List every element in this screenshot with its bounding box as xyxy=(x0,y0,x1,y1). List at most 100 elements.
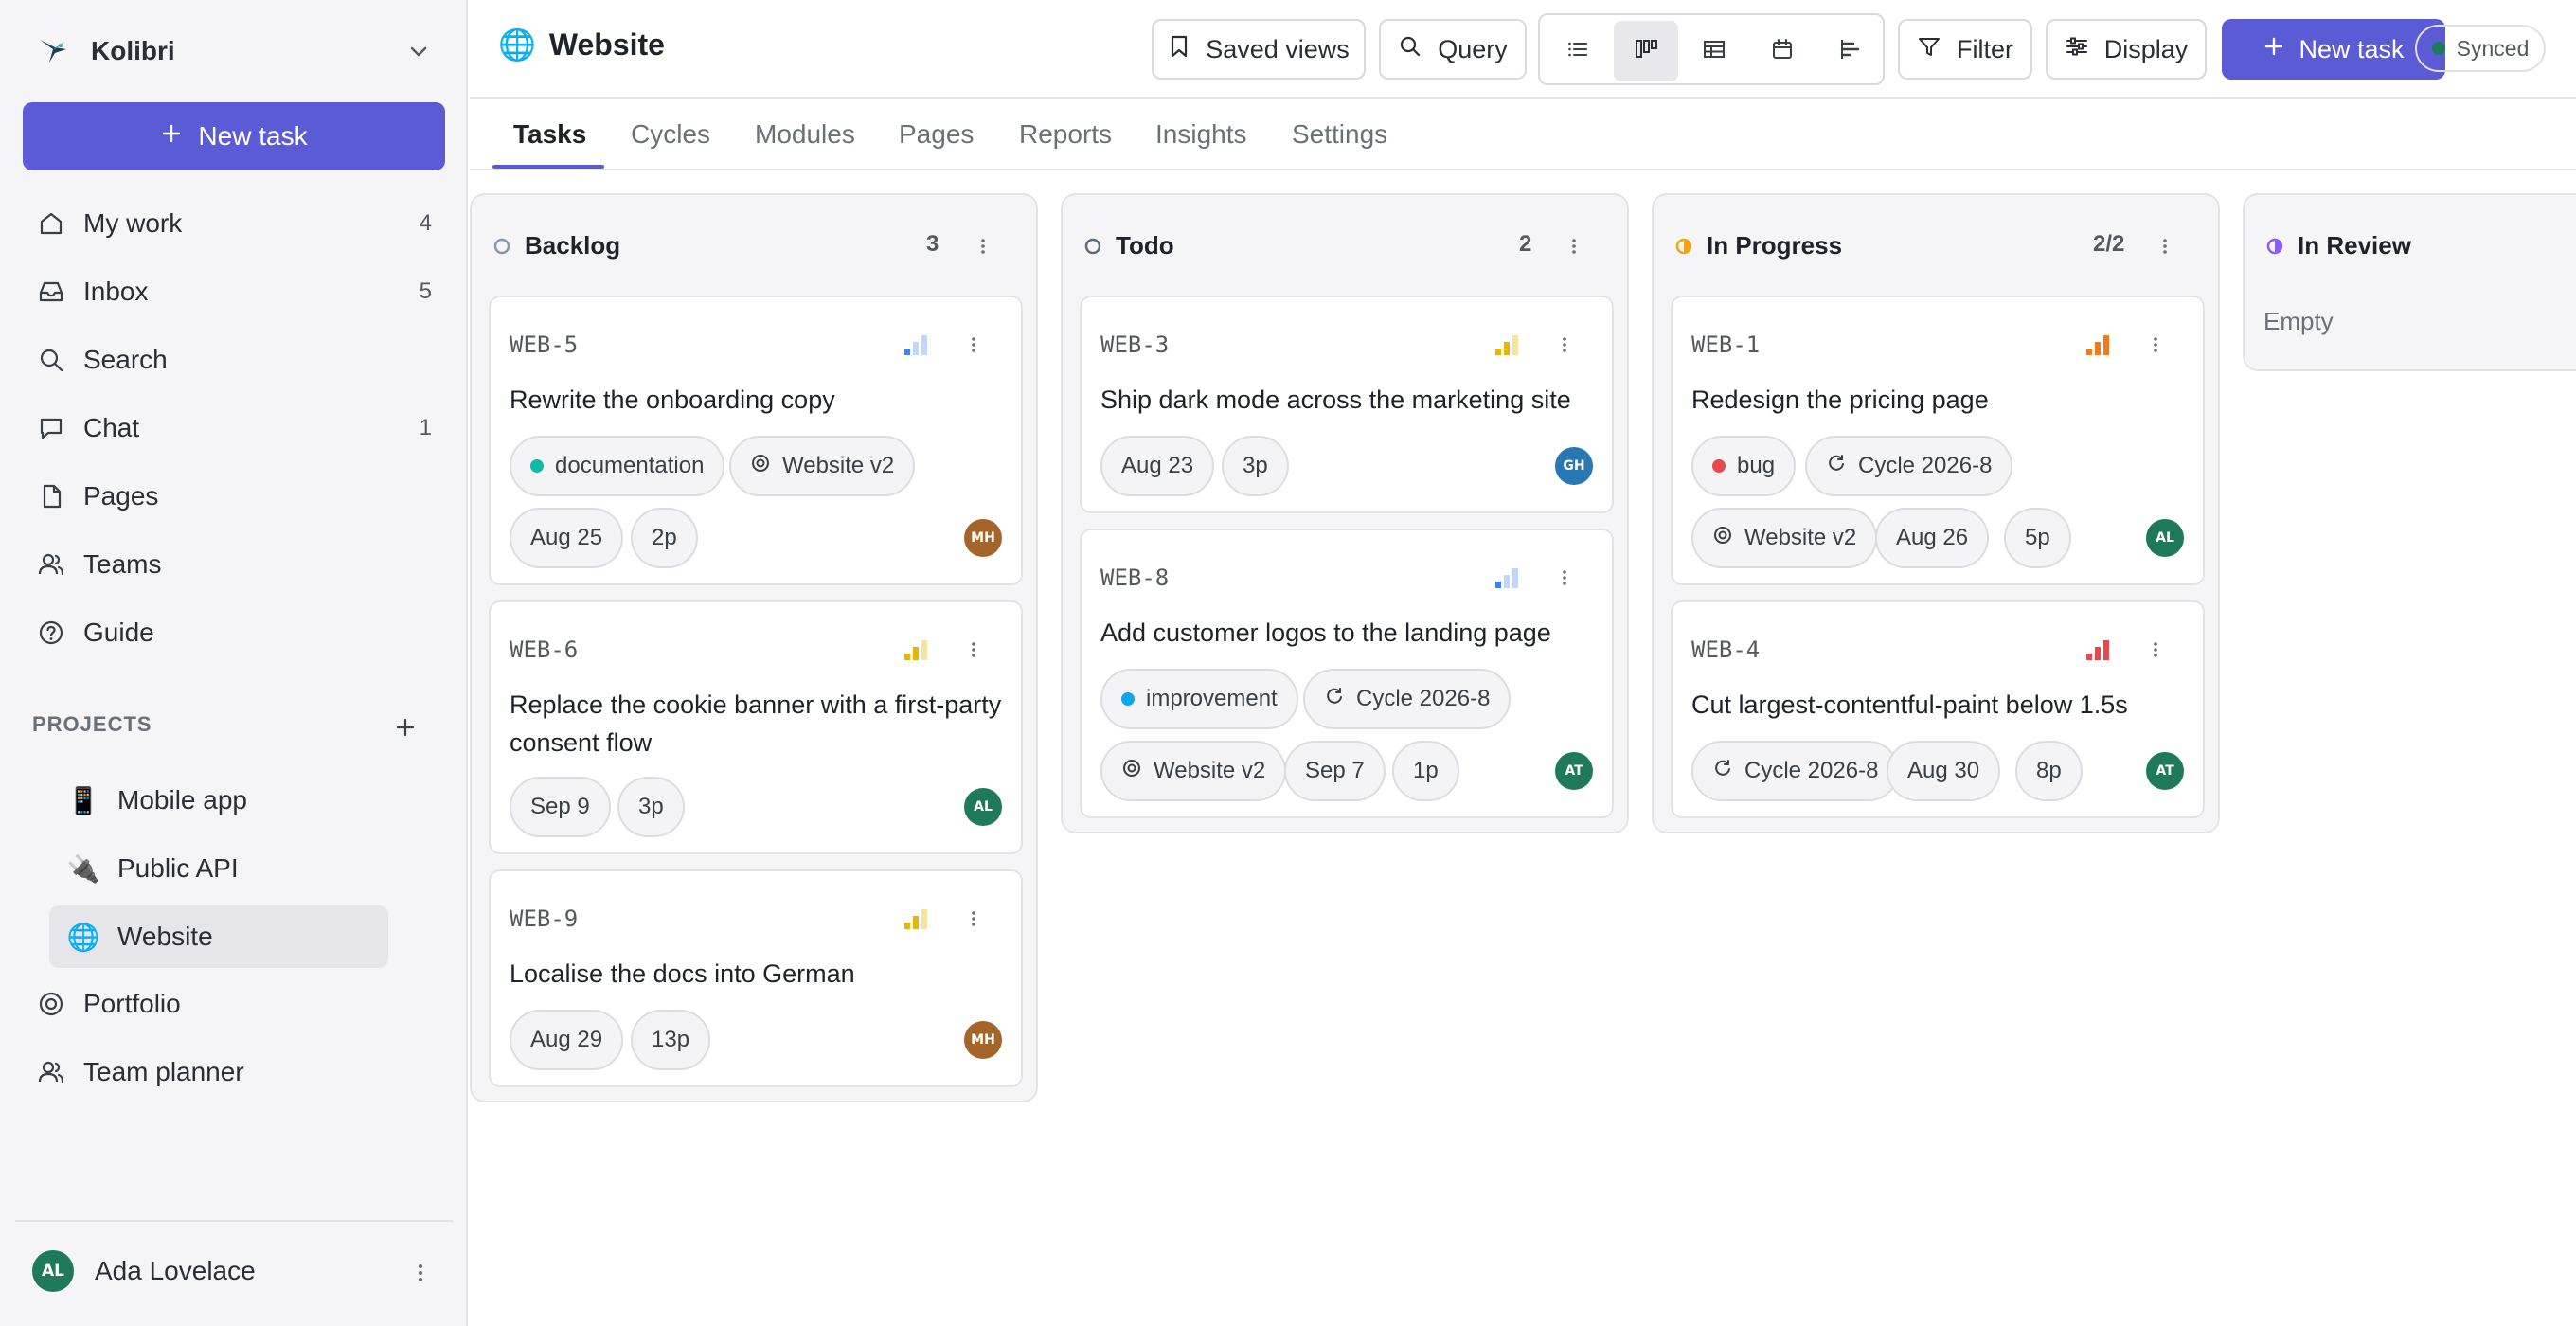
due-date-chip[interactable]: Sep 9 xyxy=(510,777,611,837)
due-date-chip[interactable]: Aug 25 xyxy=(510,508,624,568)
task-card[interactable]: WEB-5 Rewrite the onboarding copy docume… xyxy=(489,296,1023,585)
cycle-icon xyxy=(1712,758,1733,785)
board-view-button[interactable] xyxy=(1614,21,1678,81)
task-card[interactable]: WEB-9 Localise the docs into German Aug … xyxy=(489,869,1023,1087)
sidebar-item-label: Team planner xyxy=(83,1057,244,1086)
task-title: Localise the docs into German xyxy=(510,959,855,988)
assignee-avatar[interactable]: AL xyxy=(964,788,1002,826)
sidebar-item-team-planner[interactable]: Team planner xyxy=(23,1044,445,1101)
kanban-icon xyxy=(1634,37,1658,66)
list-view-button[interactable] xyxy=(1546,21,1610,81)
module-chip[interactable]: Website v2 xyxy=(1100,741,1287,801)
task-card[interactable]: WEB-4 Cut largest-contentful-paint below… xyxy=(1671,600,2205,818)
count-badge: 4 xyxy=(419,210,432,236)
tab-modules[interactable]: Modules xyxy=(755,99,855,170)
label-chip[interactable]: improvement xyxy=(1100,669,1298,729)
due-date-chip[interactable]: Aug 30 xyxy=(1887,741,2001,801)
more-vertical-icon[interactable] xyxy=(964,636,983,663)
label-text: documentation xyxy=(555,453,705,478)
more-vertical-icon[interactable] xyxy=(2146,332,2165,358)
new-task-top-button[interactable]: New task xyxy=(2222,19,2445,80)
cycle-chip[interactable]: Cycle 2026-8 xyxy=(1805,436,2013,496)
filter-button[interactable]: Filter xyxy=(1898,19,2032,80)
project-label: Website xyxy=(117,922,213,951)
tab-pages[interactable]: Pages xyxy=(899,99,974,170)
task-card[interactable]: WEB-8 Add customer logos to the landing … xyxy=(1080,529,1614,818)
add-project-icon[interactable] xyxy=(390,712,420,743)
assignee-avatar[interactable]: AT xyxy=(1555,752,1593,790)
sidebar-project-website[interactable]: 🌐 Website xyxy=(49,905,388,968)
sidebar-project-mobile-app[interactable]: 📱 Mobile app xyxy=(49,769,388,832)
estimate-chip[interactable]: 8p xyxy=(2015,741,2083,801)
sidebar-item-portfolio[interactable]: Portfolio xyxy=(23,976,445,1032)
cycle-chip[interactable]: Cycle 2026-8 xyxy=(1303,669,1512,729)
task-card[interactable]: WEB-3 Ship dark mode across the marketin… xyxy=(1080,296,1614,513)
sidebar-item-my-work[interactable]: My work 4 xyxy=(23,195,445,252)
label-chip[interactable]: documentation xyxy=(510,436,725,496)
tab-cycles[interactable]: Cycles xyxy=(631,99,710,170)
module-chip[interactable]: Website v2 xyxy=(1691,508,1878,568)
gantt-view-button[interactable] xyxy=(1818,21,1883,81)
due-date-chip[interactable]: Aug 29 xyxy=(510,1010,624,1070)
module-chip[interactable]: Website v2 xyxy=(729,436,916,496)
due-date-chip[interactable]: Sep 7 xyxy=(1284,741,1386,801)
cycle-chip[interactable]: Cycle 2026-8 xyxy=(1691,741,1900,801)
saved-views-button[interactable]: Saved views xyxy=(1152,19,1366,80)
tab-reports[interactable]: Reports xyxy=(1019,99,1112,170)
count-badge: 5 xyxy=(419,278,432,304)
spreadsheet-view-button[interactable] xyxy=(1682,21,1746,81)
top-bar: 🌐 Website Saved views Query Filter Displ… xyxy=(470,0,2576,99)
sidebar-item-search[interactable]: Search xyxy=(23,332,445,388)
estimate-chip[interactable]: 5p xyxy=(2004,508,2071,568)
assignee-avatar[interactable]: AL xyxy=(2146,519,2184,557)
sidebar-item-chat[interactable]: Chat 1 xyxy=(23,400,445,457)
tab-tasks[interactable]: Tasks xyxy=(513,99,586,170)
task-title: Redesign the pricing page xyxy=(1691,385,1989,414)
sidebar-item-teams[interactable]: Teams xyxy=(23,536,445,593)
sidebar-project-public-api[interactable]: 🔌 Public API xyxy=(49,837,388,900)
estimate-chip[interactable]: 1p xyxy=(1392,741,1459,801)
new-task-label: New task xyxy=(2299,34,2405,63)
workspace-switcher[interactable]: Kolibri xyxy=(34,30,175,72)
assignee-avatar[interactable]: MH xyxy=(964,1021,1002,1059)
more-vertical-icon[interactable] xyxy=(411,1260,430,1286)
sidebar-item-guide[interactable]: Guide xyxy=(23,604,445,661)
more-vertical-icon[interactable] xyxy=(2156,233,2174,260)
task-title: Replace the cookie banner with a first-p… xyxy=(510,690,1002,757)
more-vertical-icon[interactable] xyxy=(964,332,983,358)
sidebar-item-inbox[interactable]: Inbox 5 xyxy=(23,263,445,320)
assignee-avatar[interactable]: GH xyxy=(1555,447,1593,485)
sidebar-item-pages[interactable]: Pages xyxy=(23,468,445,525)
more-vertical-icon[interactable] xyxy=(1565,233,1583,260)
task-key: WEB-8 xyxy=(1100,564,1170,591)
more-vertical-icon[interactable] xyxy=(964,905,983,932)
label-chip[interactable]: bug xyxy=(1691,436,1797,496)
empty-state-label: Empty xyxy=(2263,307,2334,335)
new-task-button[interactable]: New task xyxy=(23,102,445,170)
plus-icon xyxy=(160,121,183,152)
display-button[interactable]: Display xyxy=(2046,19,2207,80)
saved-views-label: Saved views xyxy=(1206,34,1350,63)
more-vertical-icon[interactable] xyxy=(974,233,993,260)
task-card[interactable]: WEB-1 Redesign the pricing page bug Cycl… xyxy=(1671,296,2205,585)
estimate-chip[interactable]: 3p xyxy=(1222,436,1289,496)
query-button[interactable]: Query xyxy=(1379,19,1527,80)
assignee-avatar[interactable]: AT xyxy=(2146,752,2184,790)
display-label: Display xyxy=(2103,34,2189,63)
more-vertical-icon[interactable] xyxy=(1555,332,1574,358)
project-emoji: 🔌 xyxy=(66,853,100,884)
tab-insights[interactable]: Insights xyxy=(1155,99,1247,170)
assignee-avatar[interactable]: MH xyxy=(964,519,1002,557)
estimate-chip[interactable]: 3p xyxy=(617,777,685,837)
due-date-chip[interactable]: Aug 23 xyxy=(1100,436,1215,496)
more-vertical-icon[interactable] xyxy=(2146,636,2165,663)
calendar-view-button[interactable] xyxy=(1750,21,1815,81)
estimate-chip[interactable]: 2p xyxy=(631,508,698,568)
user-profile[interactable]: AL Ada Lovelace xyxy=(32,1250,256,1292)
task-card[interactable]: WEB-6 Replace the cookie banner with a f… xyxy=(489,600,1023,854)
estimate-chip[interactable]: 13p xyxy=(631,1010,711,1070)
due-date-chip[interactable]: Aug 26 xyxy=(1875,508,1990,568)
chevron-down-icon[interactable] xyxy=(405,38,432,64)
more-vertical-icon[interactable] xyxy=(1555,564,1574,591)
tab-settings[interactable]: Settings xyxy=(1292,99,1387,170)
